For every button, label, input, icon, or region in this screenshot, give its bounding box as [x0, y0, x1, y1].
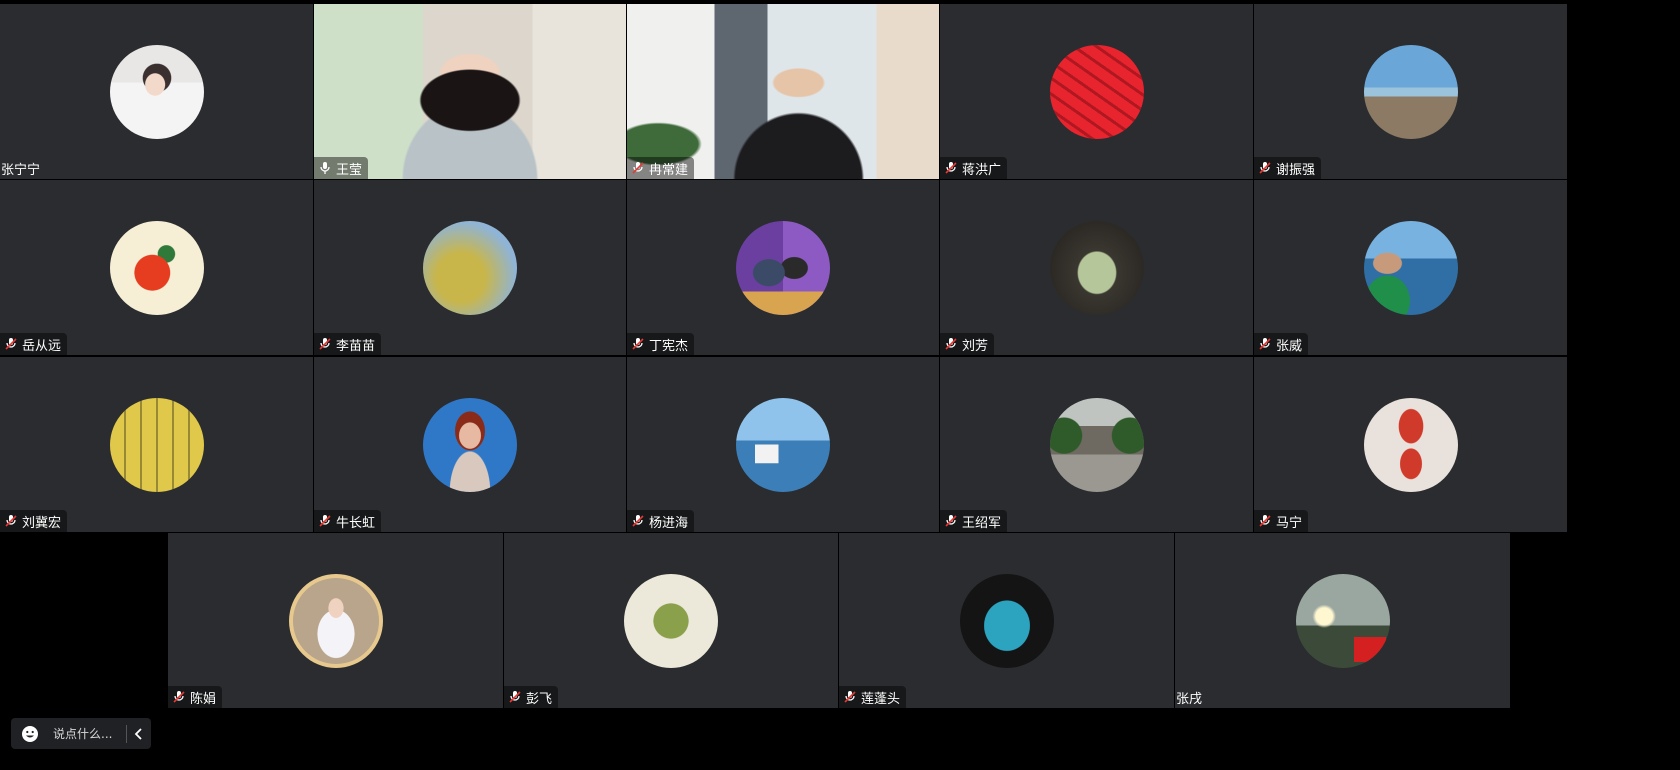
participant-nameplate: 彭飞 — [504, 686, 559, 708]
avatar — [423, 220, 517, 315]
mic-muted-icon — [843, 690, 857, 704]
avatar — [1049, 44, 1144, 139]
mic-muted-icon — [4, 337, 18, 351]
mic-muted-icon — [944, 337, 958, 351]
avatar — [423, 397, 517, 492]
participant-name: 张威 — [1276, 338, 1303, 354]
participant-tile[interactable]: 张威 — [1254, 180, 1567, 355]
avatar — [109, 397, 204, 492]
mic-muted-icon — [631, 514, 645, 528]
participant-nameplate: 莲蓬头 — [839, 686, 907, 708]
participant-name: 牛长虹 — [336, 515, 376, 531]
participant-name: 马宁 — [1276, 515, 1303, 531]
participant-nameplate: 张戌 — [1175, 686, 1208, 708]
avatar — [109, 44, 204, 139]
chat-input-bar[interactable]: 说点什么... — [11, 718, 151, 749]
participant-name: 李苗苗 — [336, 338, 376, 354]
mic-muted-icon — [944, 161, 958, 175]
participant-tile[interactable]: 张宁宁 — [0, 4, 313, 179]
participant-tile[interactable]: 李苗苗 — [314, 180, 626, 355]
participant-name: 刘芳 — [962, 338, 989, 354]
participant-tile[interactable]: 莲蓬头 — [839, 533, 1174, 708]
participant-tile[interactable]: 刘芳 — [940, 180, 1253, 355]
avatar — [736, 220, 830, 315]
mic-muted-icon — [318, 337, 332, 351]
participant-nameplate: 王莹 — [314, 157, 369, 179]
avatar — [624, 573, 718, 668]
participant-name: 杨进海 — [649, 515, 689, 531]
participant-nameplate: 张威 — [1254, 333, 1309, 355]
avatar — [1363, 220, 1458, 315]
smiley-icon[interactable] — [19, 723, 41, 745]
participant-nameplate: 刘芳 — [940, 333, 995, 355]
mic-muted-icon — [172, 690, 186, 704]
participant-name: 张宁宁 — [1, 162, 41, 178]
participant-tile[interactable]: 张戌 — [1175, 533, 1510, 708]
chat-placeholder[interactable]: 说点什么... — [53, 725, 126, 742]
avatar — [959, 573, 1054, 668]
avatar — [1363, 397, 1458, 492]
participant-nameplate: 陈娟 — [168, 686, 223, 708]
participant-name: 王莹 — [336, 162, 363, 178]
participant-tile[interactable]: 彭飞 — [504, 533, 838, 708]
avatar — [1363, 44, 1458, 139]
chevron-left-icon[interactable] — [127, 727, 151, 740]
participant-name: 谢振强 — [1276, 162, 1316, 178]
participant-nameplate: 刘冀宏 — [0, 510, 68, 532]
participant-name: 陈娟 — [190, 691, 217, 707]
participant-nameplate: 蒋洪广 — [940, 157, 1008, 179]
avatar — [109, 220, 204, 315]
mic-muted-icon — [1258, 161, 1272, 175]
participant-tile[interactable]: 马宁 — [1254, 357, 1567, 532]
participant-nameplate: 岳从远 — [0, 333, 68, 355]
participant-nameplate: 王绍军 — [940, 510, 1008, 532]
avatar — [1049, 397, 1144, 492]
mic-icon — [318, 161, 332, 175]
participant-nameplate: 马宁 — [1254, 510, 1309, 532]
participant-tile[interactable]: 杨进海 — [627, 357, 939, 532]
avatar — [1295, 573, 1390, 668]
participant-tile[interactable]: 牛长虹 — [314, 357, 626, 532]
mic-muted-icon — [631, 161, 645, 175]
participant-nameplate: 李苗苗 — [314, 333, 382, 355]
mic-muted-icon — [631, 337, 645, 351]
mic-muted-icon — [1258, 514, 1272, 528]
mic-muted-icon — [4, 514, 18, 528]
participant-name: 岳从远 — [22, 338, 62, 354]
participant-tile[interactable]: 刘冀宏 — [0, 357, 313, 532]
participant-nameplate: 张宁宁 — [0, 157, 46, 179]
participant-name: 莲蓬头 — [861, 691, 901, 707]
participant-nameplate: 牛长虹 — [314, 510, 382, 532]
participant-nameplate: 冉常建 — [627, 157, 695, 179]
participant-nameplate: 丁宪杰 — [627, 333, 695, 355]
participant-nameplate: 谢振强 — [1254, 157, 1322, 179]
participant-nameplate: 杨进海 — [627, 510, 695, 532]
mic-muted-icon — [508, 690, 522, 704]
participant-name: 丁宪杰 — [649, 338, 689, 354]
participant-tile[interactable]: 冉常建 — [627, 4, 939, 179]
participant-name: 刘冀宏 — [22, 515, 62, 531]
mic-muted-icon — [318, 514, 332, 528]
participant-tile[interactable]: 蒋洪广 — [940, 4, 1253, 179]
participant-name: 张戌 — [1176, 691, 1203, 707]
participant-tile[interactable]: 谢振强 — [1254, 4, 1567, 179]
mic-muted-icon — [944, 514, 958, 528]
participant-name: 彭飞 — [526, 691, 553, 707]
participant-tile-speaking[interactable]: 王莹 — [314, 4, 626, 179]
participant-name: 王绍军 — [962, 515, 1002, 531]
participant-name: 冉常建 — [649, 162, 689, 178]
mic-muted-icon — [1258, 337, 1272, 351]
avatar — [1049, 220, 1144, 315]
participant-tile[interactable]: 岳从远 — [0, 180, 313, 355]
avatar — [288, 573, 383, 668]
participant-tile[interactable]: 陈娟 — [168, 533, 503, 708]
participant-tile[interactable]: 王绍军 — [940, 357, 1253, 532]
avatar — [736, 397, 830, 492]
participant-tile[interactable]: 丁宪杰 — [627, 180, 939, 355]
participant-name: 蒋洪广 — [962, 162, 1002, 178]
